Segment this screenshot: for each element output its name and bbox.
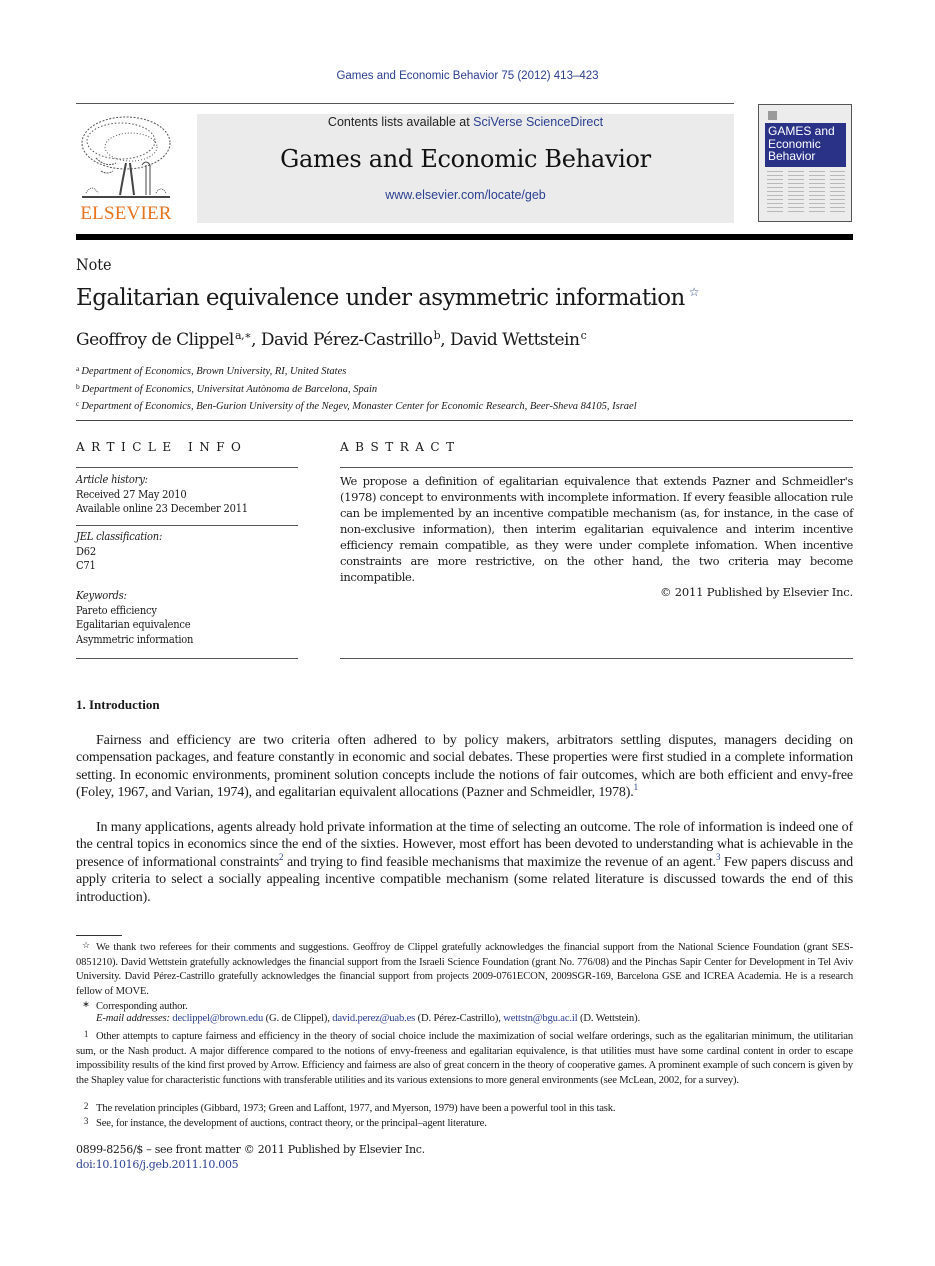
- journal-url-link[interactable]: www.elsevier.com/locate/geb: [385, 188, 546, 202]
- keywords-label: Keywords:: [76, 589, 127, 602]
- article-info-rule: [76, 467, 298, 468]
- email-link[interactable]: david.perez@uab.es: [332, 1013, 415, 1024]
- issn-line: 0899-8256/$ – see front matter © 2011 Pu…: [76, 1143, 425, 1156]
- cover-contents-lines: [767, 171, 845, 213]
- abstract-heading: ABSTRACT: [340, 440, 461, 454]
- paragraph-text: and trying to find feasible mechanisms t…: [283, 854, 716, 870]
- history-online: Available online 23 December 2011: [76, 502, 248, 515]
- abstract-rule: [340, 658, 853, 659]
- sciencedirect-link[interactable]: SciVerse ScienceDirect: [473, 115, 603, 129]
- author-name[interactable]: Geoffroy de Clippel: [76, 330, 234, 350]
- footnote-text: The revelation principles (Gibbard, 1973…: [96, 1103, 616, 1114]
- jel-classification: JEL classification: D62 C71: [76, 530, 162, 574]
- body-paragraph: Fairness and efficiency are two criteria…: [76, 732, 853, 802]
- author-marks[interactable]: b: [434, 329, 441, 342]
- keyword: Asymmetric information: [76, 632, 194, 646]
- cover-title-line: GAMES and: [768, 124, 835, 138]
- cover-title-band: GAMES and Economic Behavior: [765, 123, 846, 167]
- history-received: Received 27 May 2010: [76, 487, 187, 501]
- article-info-rule: [76, 525, 298, 526]
- contents-line: Contents lists available at SciVerse Sci…: [197, 115, 734, 129]
- footnote-mark: 3: [83, 1116, 89, 1126]
- affiliation-item: c Department of Economics, Ben-Gurion Uni…: [76, 397, 637, 415]
- cover-title-line: Behavior: [768, 149, 816, 163]
- footnote-text: Other attempts to capture fairness and e…: [76, 1031, 853, 1086]
- doi-link[interactable]: doi:10.1016/j.geb.2011.10.005: [76, 1158, 239, 1171]
- author-marks[interactable]: c: [581, 329, 587, 342]
- jel-label: JEL classification:: [76, 530, 163, 543]
- keywords: Keywords: Pareto efficiency Egalitarian …: [76, 589, 193, 647]
- affiliation-item: a Department of Economics, Brown Universi…: [76, 362, 637, 380]
- journal-cover-thumbnail[interactable]: GAMES and Economic Behavior: [758, 104, 852, 222]
- journal-url-line: www.elsevier.com/locate/geb: [197, 188, 734, 202]
- footnote-star-icon: ☆: [82, 940, 90, 950]
- footnote-text: See, for instance, the development of au…: [96, 1118, 487, 1129]
- body-paragraph: In many applications, agents already hol…: [76, 819, 853, 906]
- journal-name: Games and Economic Behavior: [280, 145, 651, 173]
- article-info-rule: [76, 658, 298, 659]
- affiliation-text: Department of Economics, Universitat Aut…: [81, 383, 378, 395]
- footnote-mark: 1: [83, 1029, 89, 1039]
- affiliation-mark: a: [76, 364, 80, 373]
- footnote-mark: 2: [83, 1101, 89, 1111]
- masthead-top-rule: [76, 103, 734, 104]
- cover-publisher-icon: [768, 111, 777, 120]
- article-title: Egalitarian equivalence under asymmetric…: [76, 285, 700, 311]
- author-name[interactable]: David Wettstein: [450, 330, 580, 350]
- article-history: Article history: Received 27 May 2010 Av…: [76, 473, 248, 517]
- abstract-copyright: © 2011 Published by Elsevier Inc.: [660, 585, 853, 599]
- email-label: E-mail addresses:: [96, 1013, 170, 1024]
- email-link[interactable]: wettstn@bgu.ac.il: [503, 1013, 577, 1024]
- footnote-1: 1 Other attempts to capture fairness and …: [76, 1027, 853, 1088]
- footnote-ref[interactable]: 1: [634, 782, 639, 792]
- contents-prefix: Contents lists available at: [327, 115, 474, 129]
- jel-code: C71: [76, 559, 96, 572]
- footnote-asterisk-icon: ∗: [82, 999, 90, 1009]
- article-title-text: Egalitarian equivalence under asymmetric…: [76, 285, 685, 311]
- footnote-text: Corresponding author.: [96, 1001, 188, 1012]
- affiliations: a Department of Economics, Brown Universi…: [76, 362, 637, 415]
- affiliation-text: Department of Economics, Ben-Gurion Univ…: [81, 401, 637, 412]
- section-heading-introduction: 1. Introduction: [76, 697, 160, 712]
- title-footnote-star-icon[interactable]: ☆: [689, 285, 700, 299]
- footnote-emails: E-mail addresses: declippel@brown.edu (G…: [76, 1012, 853, 1027]
- article-type-label: Note: [76, 255, 112, 274]
- article-history-label: Article history:: [76, 473, 148, 486]
- footnote-rule: [76, 935, 122, 936]
- affiliation-mark: c: [76, 399, 80, 408]
- abstract-text: We propose a definition of egalitarian e…: [340, 474, 853, 584]
- email-owner: (G. de Clippel),: [263, 1013, 333, 1024]
- section-divider: [76, 420, 853, 421]
- affiliation-item: b Department of Economics, Universitat Au…: [76, 380, 637, 398]
- affiliation-mark: b: [76, 381, 80, 391]
- paragraph-text: Fairness and efficiency are two criteria…: [76, 733, 853, 801]
- journal-masthead: Contents lists available at SciVerse Sci…: [197, 114, 734, 223]
- email-owner: (D. Wettstein).: [577, 1013, 640, 1024]
- author-list: Geoffroy de Clippel a,∗, David Pérez-Cas…: [76, 329, 587, 350]
- front-matter: 0899-8256/$ – see front matter © 2011 Pu…: [76, 1142, 425, 1172]
- masthead-thick-rule: [76, 234, 853, 240]
- keyword: Pareto efficiency: [76, 603, 157, 617]
- author-name[interactable]: David Pérez-Castrillo: [261, 330, 433, 350]
- jel-code: D62: [76, 544, 96, 558]
- elsevier-wordmark: ELSEVIER: [80, 203, 172, 224]
- running-head[interactable]: Games and Economic Behavior 75 (2012) 41…: [0, 70, 935, 82]
- affiliation-text: Department of Economics, Brown Universit…: [81, 366, 347, 377]
- elsevier-logo[interactable]: ELSEVIER: [76, 113, 176, 225]
- elsevier-tree-icon: [81, 116, 171, 198]
- abstract-rule: [340, 467, 853, 468]
- article-info-heading: ARTICLE INFO: [76, 440, 248, 454]
- footnote-acknowledgements: ☆ We thank two referees for their comment…: [76, 938, 853, 999]
- keyword: Egalitarian equivalence: [76, 618, 191, 631]
- email-link[interactable]: declippel@brown.edu: [172, 1013, 263, 1024]
- footnote-text: We thank two referees for their comments…: [76, 942, 853, 997]
- author-marks[interactable]: a,∗: [235, 329, 252, 342]
- email-owner: (D. Pérez-Castrillo),: [415, 1013, 504, 1024]
- footnote-3: 3 See, for instance, the development of a…: [76, 1114, 853, 1132]
